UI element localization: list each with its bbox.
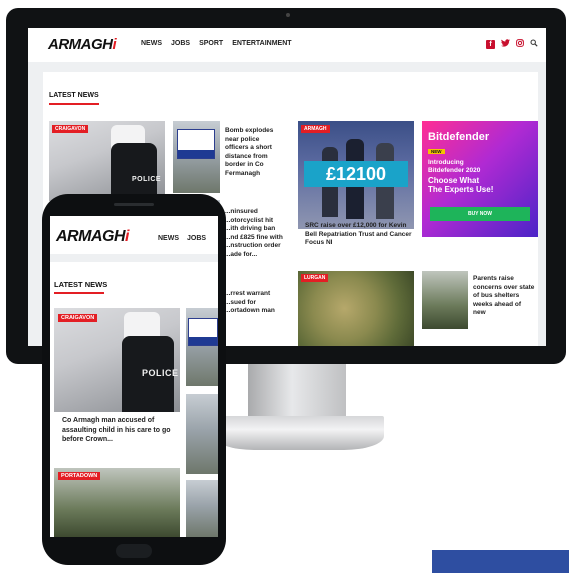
home-button[interactable] <box>116 544 152 558</box>
news-thumb-shelter[interactable] <box>422 271 468 329</box>
desktop-header: ARMAGHi NEWS JOBS SPORT ENTERTAINMENT f <box>28 28 546 62</box>
news-card-cheque[interactable]: £12100 <box>298 121 414 229</box>
nav-news[interactable]: NEWS <box>158 235 179 242</box>
logo-main: ARMAGH <box>48 36 113 53</box>
section-title: LATEST NEWS <box>54 280 108 289</box>
twitter-icon[interactable] <box>501 39 510 49</box>
news-card-police[interactable]: POLICE <box>54 308 180 412</box>
street-sign <box>177 129 215 159</box>
news-card-cannabis[interactable] <box>298 271 414 346</box>
location-tag[interactable]: PORTADOWN <box>58 472 101 480</box>
device-mockup: ARMAGHi NEWS JOBS SPORT ENTERTAINMENT f <box>0 0 569 573</box>
ad-new-badge: NEW <box>428 149 445 154</box>
site-logo[interactable]: ARMAGHi <box>48 36 117 53</box>
news-thumb-bomb[interactable] <box>173 121 220 193</box>
headline-bomb[interactable]: Bomb explodes near police officers a sho… <box>225 127 283 178</box>
nav-news[interactable]: NEWS <box>141 40 162 47</box>
news-card-police[interactable]: POLICE <box>49 121 165 201</box>
facebook-icon[interactable]: f <box>486 39 495 49</box>
nav-jobs[interactable]: JOBS <box>171 40 190 47</box>
ad-buy-now-button[interactable]: BUY NOW <box>430 207 530 221</box>
mobile-content: LATEST NEWS POLICE CRAIGAVON Co Armagh m… <box>50 262 218 537</box>
location-tag[interactable]: CRAIGAVON <box>58 314 98 322</box>
logo-main: ARMAGH <box>56 228 126 245</box>
location-tag[interactable]: LURGAN <box>301 274 329 282</box>
officer-vest <box>111 143 157 201</box>
location-tag[interactable]: ARMAGH <box>301 125 330 133</box>
ad-line-4: The Experts Use! <box>428 185 494 194</box>
logo-accent: i <box>112 36 117 53</box>
headline-shelters[interactable]: Parents raise concerns over state of bus… <box>473 275 535 318</box>
monitor-neck <box>248 364 346 420</box>
nav-jobs[interactable]: JOBS <box>187 235 206 242</box>
news-thumb-side-1[interactable] <box>186 308 218 386</box>
headline-arrest[interactable]: ...rrest warrant ...sued for ...ortadown… <box>225 290 285 316</box>
cheque-board: £12100 <box>304 161 408 187</box>
mobile-phone: ARMAGHi NEWS JOBS LATEST NEWS POLICE CRA… <box>42 194 226 565</box>
police-label: POLICE <box>132 176 162 183</box>
mobile-nav: NEWS JOBS <box>158 235 206 242</box>
social-links: f <box>486 39 538 49</box>
monitor-base <box>214 416 384 450</box>
ad-line-2: Bitdefender 2020 <box>428 167 481 174</box>
accent-bar <box>432 550 569 573</box>
news-thumb-side-2[interactable] <box>186 394 218 474</box>
nav-sport[interactable]: SPORT <box>199 40 223 47</box>
ad-bitdefender[interactable]: Bitdefender NEW Introducing Bitdefender … <box>422 121 538 237</box>
location-tag[interactable]: CRAIGAVON <box>52 125 89 133</box>
desktop-nav: NEWS JOBS SPORT ENTERTAINMENT <box>141 40 292 47</box>
street-sign-band <box>189 337 217 345</box>
search-icon[interactable] <box>530 39 538 49</box>
instagram-icon[interactable] <box>516 39 524 49</box>
section-underline <box>49 103 99 105</box>
headline-cheque[interactable]: SRC raise over £12,000 for Kevin Bell Re… <box>305 222 415 248</box>
section-title: LATEST NEWS <box>49 92 99 99</box>
site-logo[interactable]: ARMAGHi <box>56 228 129 246</box>
phone-speaker <box>114 203 154 206</box>
ad-brand: Bitdefender <box>428 131 490 143</box>
section-underline <box>54 292 104 294</box>
news-thumb-side-3[interactable] <box>186 480 218 537</box>
mobile-screen: ARMAGHi NEWS JOBS LATEST NEWS POLICE CRA… <box>50 216 218 537</box>
police-label: POLICE <box>142 368 179 378</box>
headline-police[interactable]: Co Armagh man accused of assaulting chil… <box>62 416 180 445</box>
nav-entertainment[interactable]: ENTERTAINMENT <box>232 40 291 47</box>
mobile-header: ARMAGHi NEWS JOBS <box>50 216 218 254</box>
headline-motorcyclist[interactable]: ...ninsured ...otorcyclist hit ...ith dr… <box>225 208 285 259</box>
street-sign <box>188 318 218 346</box>
webcam <box>286 13 290 17</box>
ad-line-3: Choose What <box>428 176 480 185</box>
ad-line-1: Introducing <box>428 159 464 166</box>
street-sign-band <box>178 150 214 158</box>
logo-accent: i <box>125 228 129 245</box>
